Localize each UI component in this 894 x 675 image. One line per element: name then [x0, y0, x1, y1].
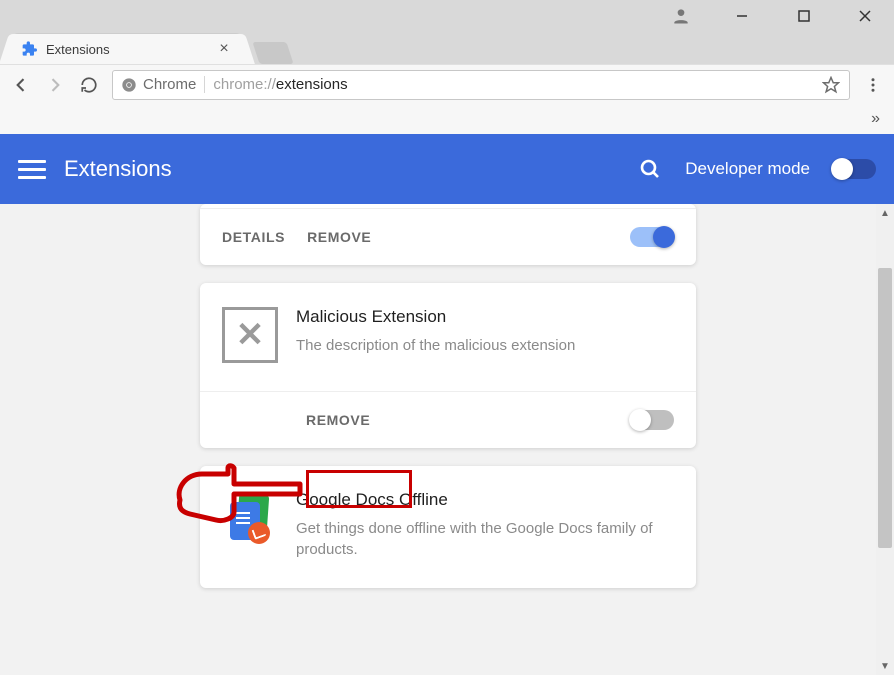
close-window-button[interactable]	[845, 0, 887, 32]
scroll-up-button[interactable]: ▲	[876, 204, 894, 222]
bookmark-star-icon[interactable]	[821, 75, 841, 95]
developer-mode-label: Developer mode	[685, 159, 810, 179]
toolbar-overflow-row: »	[0, 104, 894, 134]
extension-card: DETAILS REMOVE	[200, 204, 696, 265]
forward-button	[44, 74, 66, 96]
tab-extensions[interactable]: Extensions ×	[12, 34, 242, 64]
back-button[interactable]	[10, 74, 32, 96]
address-bar[interactable]: Chrome chrome://extensions	[112, 70, 850, 100]
remove-button[interactable]: REMOVE	[307, 229, 371, 245]
browser-toolbar: Chrome chrome://extensions	[0, 64, 894, 104]
tab-strip: Extensions ×	[0, 32, 894, 64]
page-title: Extensions	[64, 156, 172, 182]
close-tab-button[interactable]: ×	[216, 41, 232, 57]
details-button[interactable]: DETAILS	[222, 229, 285, 245]
browser-menu-button[interactable]	[862, 74, 884, 96]
extension-card: Google Docs Offline Get things done offl…	[200, 466, 696, 588]
extension-title: Google Docs Offline	[296, 490, 674, 510]
tab-title: Extensions	[46, 42, 110, 57]
extension-description: The description of the malicious extensi…	[296, 335, 575, 356]
reload-button[interactable]	[78, 74, 100, 96]
extension-card: ✕ Malicious Extension The description of…	[200, 283, 696, 448]
hamburger-menu-button[interactable]	[18, 155, 46, 183]
security-chip: Chrome	[121, 76, 205, 93]
puzzle-icon	[22, 41, 38, 57]
extension-title: Malicious Extension	[296, 307, 575, 327]
scroll-thumb[interactable]	[878, 268, 892, 548]
extension-placeholder-icon: ✕	[222, 307, 278, 363]
scroll-down-button[interactable]: ▼	[876, 657, 894, 675]
chrome-chip-label: Chrome	[143, 76, 196, 93]
extension-cards: DETAILS REMOVE ✕ Malicious Extension The…	[200, 204, 696, 606]
extension-description: Get things done offline with the Google …	[296, 518, 674, 560]
extension-card-footer: REMOVE	[200, 391, 696, 448]
extension-card-footer: DETAILS REMOVE	[200, 208, 696, 265]
chrome-icon	[121, 77, 137, 93]
extensions-header: Extensions Developer mode	[0, 134, 894, 204]
maximize-button[interactable]	[783, 0, 825, 32]
extension-enable-toggle[interactable]	[630, 227, 674, 247]
account-icon[interactable]	[660, 6, 702, 26]
search-icon[interactable]	[637, 156, 663, 182]
google-docs-offline-icon	[222, 490, 278, 546]
window-titlebar	[0, 0, 894, 32]
overflow-chevron-icon[interactable]: »	[871, 110, 880, 128]
new-tab-button[interactable]	[252, 42, 293, 64]
extension-enable-toggle[interactable]	[630, 410, 674, 430]
remove-button[interactable]: REMOVE	[306, 412, 370, 428]
minimize-button[interactable]	[722, 0, 764, 32]
extensions-viewport: DETAILS REMOVE ✕ Malicious Extension The…	[0, 204, 894, 675]
developer-mode-toggle[interactable]	[832, 159, 876, 179]
url-text: chrome://extensions	[213, 76, 347, 93]
scrollbar[interactable]: ▲ ▼	[876, 204, 894, 675]
